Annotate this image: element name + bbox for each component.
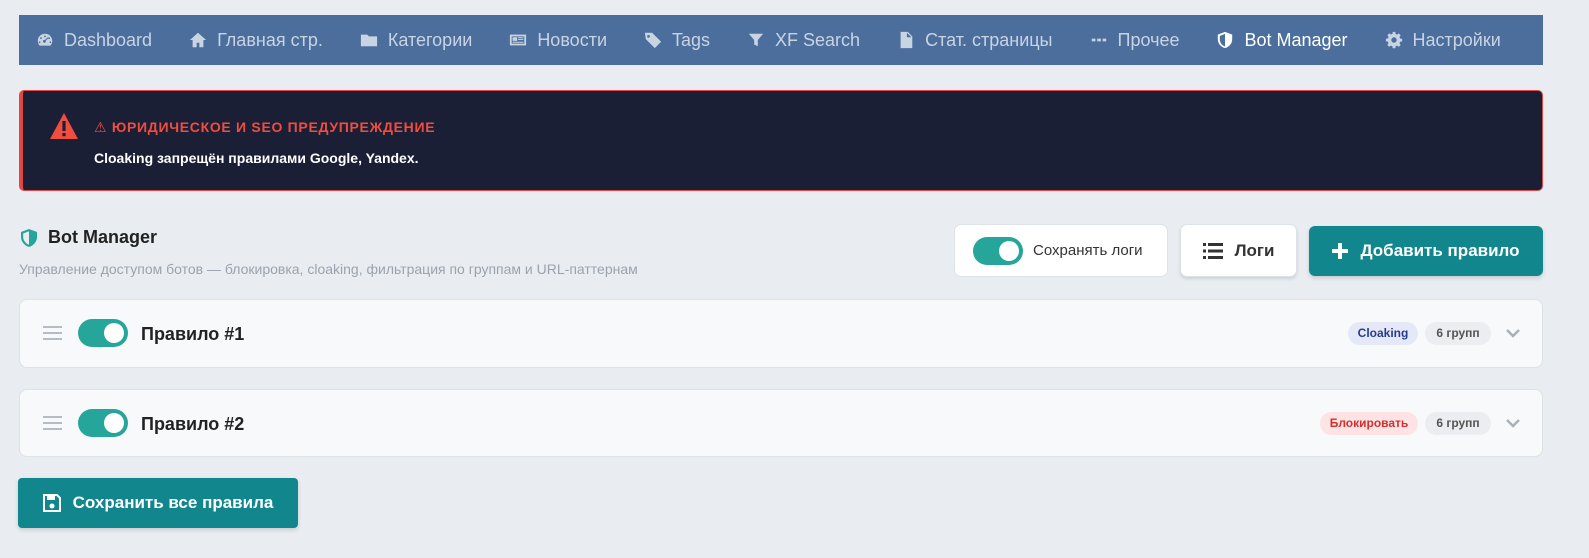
rule-name: Правило #1 [141, 324, 245, 344]
legal-seo-warning: ⚠ ЮРИДИЧЕСКОЕ И SEO ПРЕДУПРЕЖДЕНИЕ Cloak… [19, 90, 1543, 191]
rule-groups-badge: 6 групп [1425, 412, 1491, 435]
warning-text: Cloaking запрещён правилами Google, Yand… [94, 150, 419, 166]
save-logs-toggle[interactable] [973, 236, 1023, 265]
file-icon [900, 31, 913, 49]
nav-item-categories[interactable]: Категории [360, 15, 472, 65]
nav-item-xf-search[interactable]: XF Search [747, 15, 860, 65]
save-logs-label: Сохранять логи [1033, 242, 1143, 259]
plus-icon [1332, 243, 1349, 259]
shield-icon [1218, 31, 1233, 49]
nav-label: XF Search [775, 29, 861, 50]
add-rule-label: Добавить правило [1360, 241, 1520, 260]
list-icon [1202, 242, 1223, 259]
drag-handle-icon[interactable] [43, 415, 62, 431]
rule-card[interactable]: Правило #1 Cloaking 6 групп [19, 299, 1543, 368]
tags-icon [644, 32, 662, 49]
home-icon [189, 32, 207, 48]
filter-icon [748, 33, 764, 47]
nav-label: Настройки [1412, 29, 1501, 50]
nav-label: Стат. страницы [925, 29, 1053, 50]
logs-button-label: Логи [1234, 240, 1275, 260]
nav-item-static-pages[interactable]: Стат. страницы [897, 15, 1053, 65]
rule-groups-badge: 6 групп [1425, 322, 1491, 345]
newspaper-icon [510, 34, 527, 46]
nav-item-news[interactable]: Новости [509, 15, 607, 65]
warning-title: ⚠ ЮРИДИЧЕСКОЕ И SEO ПРЕДУПРЕЖДЕНИЕ [94, 119, 436, 135]
nav-label: Tags [672, 29, 711, 50]
save-all-rules-button[interactable]: Сохранить все правила [18, 478, 298, 528]
save-icon [42, 494, 61, 512]
dashboard-icon [37, 33, 53, 46]
nav-item-tags[interactable]: Tags [644, 15, 710, 65]
top-navigation: Dashboard Главная стр. Категории Новости… [19, 15, 1543, 65]
nav-label: Dashboard [64, 29, 153, 50]
nav-item-home[interactable]: Главная стр. [189, 15, 323, 65]
ellipsis-icon [1091, 38, 1106, 42]
save-all-rules-label: Сохранить все правила [72, 493, 274, 512]
warning-icon [50, 113, 78, 139]
drag-handle-icon[interactable] [43, 325, 62, 341]
chevron-down-icon[interactable] [1505, 327, 1521, 339]
nav-label: Bot Manager [1244, 29, 1348, 50]
nav-label: Прочее [1117, 29, 1180, 50]
rule-enabled-toggle[interactable] [78, 409, 128, 437]
rule-enabled-toggle[interactable] [78, 319, 128, 347]
chevron-down-icon[interactable] [1505, 417, 1521, 429]
gear-icon [1385, 31, 1402, 49]
rule-action-badge: Cloaking [1348, 322, 1418, 345]
nav-label: Главная стр. [217, 29, 323, 50]
nav-label: Категории [387, 29, 473, 50]
logs-button[interactable]: Логи [1180, 224, 1297, 277]
folder-icon [360, 34, 377, 47]
nav-item-settings[interactable]: Настройки [1385, 15, 1501, 65]
rule-action-badge: Блокировать [1320, 412, 1418, 435]
add-rule-button[interactable]: Добавить правило [1309, 226, 1543, 276]
shield-icon [21, 229, 37, 247]
rule-name: Правило #2 [141, 414, 245, 434]
rule-card[interactable]: Правило #2 Блокировать 6 групп [19, 389, 1543, 457]
save-logs-toggle-box: Сохранять логи [954, 224, 1168, 277]
page-title: Bot Manager [48, 227, 158, 247]
page-subtitle: Управление доступом ботов — блокировка, … [19, 261, 638, 277]
nav-label: Новости [537, 29, 607, 50]
nav-item-other[interactable]: Прочее [1090, 15, 1180, 65]
nav-item-dashboard[interactable]: Dashboard [36, 15, 152, 65]
nav-item-bot-manager[interactable]: Bot Manager [1216, 15, 1348, 65]
